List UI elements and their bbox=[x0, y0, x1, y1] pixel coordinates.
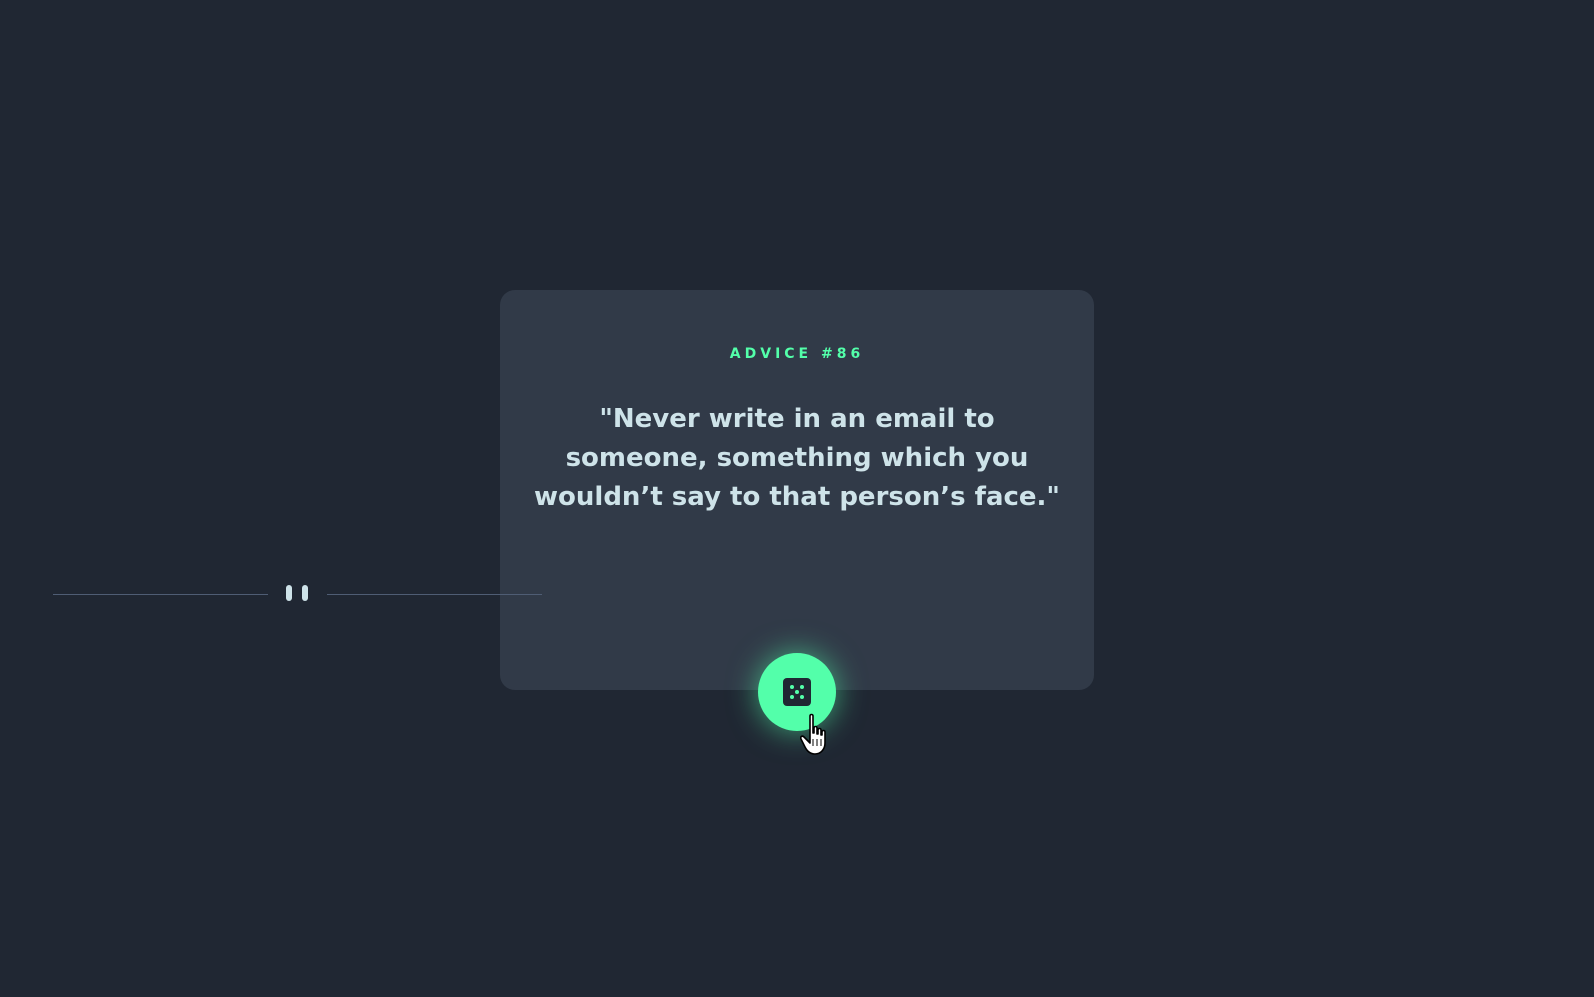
advice-quote: "Never write in an email to someone, som… bbox=[534, 404, 1060, 512]
advice-card: ADVICE #86 "Never write in an email to s… bbox=[500, 290, 1094, 690]
pause-icon-bar bbox=[302, 585, 308, 601]
hand-pointer-icon bbox=[800, 713, 826, 755]
pause-icon bbox=[286, 585, 292, 601]
divider-line-left bbox=[53, 594, 268, 595]
divider-line-right bbox=[327, 594, 542, 595]
dice-icon bbox=[783, 678, 811, 706]
advice-id-label: ADVICE #86 bbox=[729, 346, 865, 362]
pattern-divider bbox=[53, 585, 542, 605]
